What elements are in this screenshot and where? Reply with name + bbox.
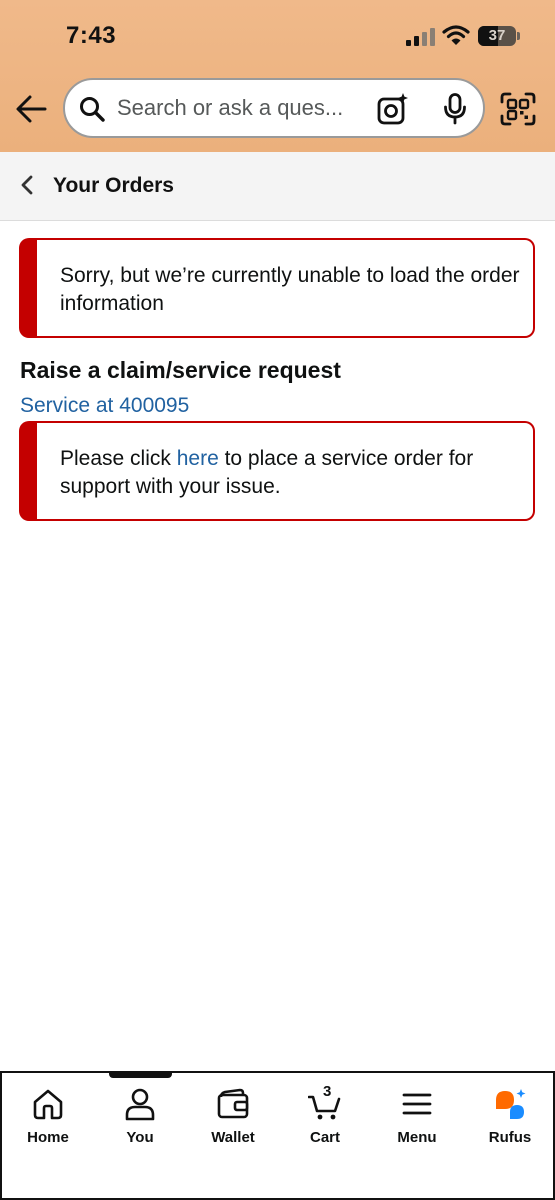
nav-rufus[interactable]: Rufus xyxy=(465,1087,555,1157)
home-indicator xyxy=(109,1071,172,1078)
nav-wallet-label: Wallet xyxy=(211,1129,255,1146)
back-arrow-icon[interactable] xyxy=(14,94,48,124)
cellular-signal-icon xyxy=(406,28,435,46)
battery-nub xyxy=(517,32,520,40)
hamburger-menu-icon xyxy=(402,1093,432,1115)
top-header: 7:43 37 xyxy=(0,0,555,152)
service-order-message: Please click here to place a service ord… xyxy=(60,445,530,501)
nav-menu-label: Menu xyxy=(397,1129,437,1146)
service-order-alert: Please click here to place a service ord… xyxy=(19,421,535,521)
bottom-navigation: Home You Wallet 3 Cart Menu Rufus xyxy=(0,1071,555,1200)
battery-level: 37 xyxy=(488,27,506,44)
status-time: 7:43 xyxy=(66,22,117,49)
wallet-icon xyxy=(217,1088,249,1119)
load-error-alert: Sorry, but we’re currently unable to loa… xyxy=(19,238,535,338)
nav-you[interactable]: You xyxy=(95,1087,185,1157)
claim-section-heading: Raise a claim/service request xyxy=(20,357,341,383)
service-order-here-link[interactable]: here xyxy=(177,447,219,470)
nav-menu[interactable]: Menu xyxy=(372,1087,462,1157)
nav-cart-label: Cart xyxy=(309,1129,340,1146)
nav-home[interactable]: Home xyxy=(3,1087,93,1157)
microphone-icon[interactable] xyxy=(443,93,467,125)
service-location-link[interactable]: Service at 400095 xyxy=(20,394,189,418)
home-icon xyxy=(33,1089,63,1120)
search-bar[interactable] xyxy=(63,78,485,138)
nav-you-label: You xyxy=(126,1129,154,1146)
load-error-message: Sorry, but we’re currently unable to loa… xyxy=(60,264,520,315)
rufus-chat-icon xyxy=(496,1089,526,1119)
nav-home-label: Home xyxy=(27,1129,69,1146)
qr-scanner-icon[interactable] xyxy=(500,92,536,126)
orders-subheader: Your Orders xyxy=(0,152,555,221)
chevron-left-icon[interactable] xyxy=(18,174,36,196)
wifi-icon xyxy=(442,25,470,45)
nav-wallet[interactable]: Wallet xyxy=(188,1087,278,1157)
camera-lens-icon[interactable] xyxy=(377,93,409,125)
service-order-prefix: Please click xyxy=(60,447,177,470)
person-icon xyxy=(125,1088,155,1121)
battery-icon: 37 xyxy=(478,26,516,46)
nav-rufus-label: Rufus xyxy=(488,1129,532,1146)
search-input[interactable] xyxy=(117,90,357,126)
search-icon xyxy=(80,97,105,122)
page-title: Your Orders xyxy=(53,174,174,197)
cart-count-badge: 3 xyxy=(323,1083,332,1100)
nav-cart[interactable]: 3 Cart xyxy=(280,1083,370,1157)
